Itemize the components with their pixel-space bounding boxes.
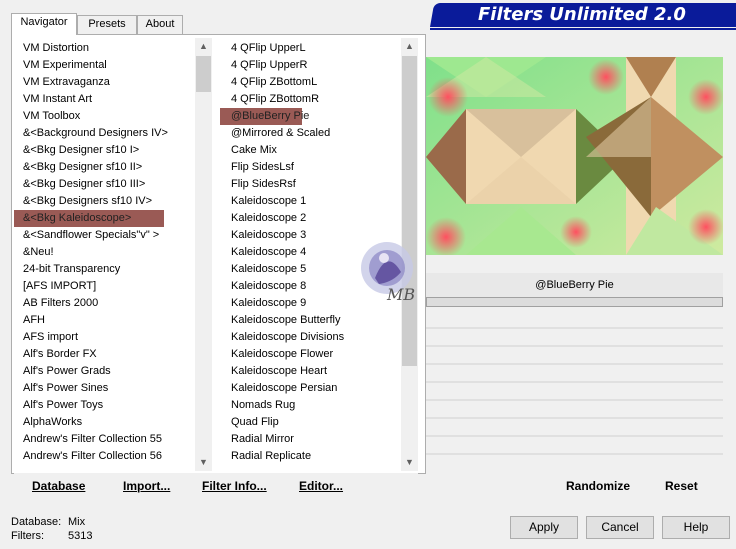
database-button[interactable]: Database: [32, 477, 85, 495]
category-scrollbar[interactable]: ▲ ▼: [195, 38, 212, 471]
list-item[interactable]: VM Extravaganza: [14, 74, 195, 91]
parameter-row: [426, 345, 723, 347]
list-item[interactable]: &<Bkg Designer sf10 III>: [14, 176, 195, 193]
list-item[interactable]: VM Distortion: [14, 40, 195, 57]
filter-preview-image: [426, 57, 723, 255]
arrow-down-icon[interactable]: ▼: [195, 454, 212, 471]
list-item[interactable]: AB Filters 2000: [14, 295, 195, 312]
list-item[interactable]: &<Bkg Designers sf10 IV>: [14, 193, 195, 210]
list-item[interactable]: &<Bkg Designer sf10 I>: [14, 142, 195, 159]
list-item[interactable]: AFH: [14, 312, 195, 329]
filter-scroll-thumb[interactable]: [402, 56, 417, 366]
list-item[interactable]: Kaleidoscope 1: [220, 193, 401, 210]
list-item[interactable]: @BlueBerry Pie: [220, 108, 309, 125]
list-item[interactable]: &<Bkg Kaleidoscope>: [14, 210, 164, 227]
parameter-row: [426, 417, 723, 419]
parameter-row: [426, 453, 723, 455]
arrow-up-icon[interactable]: ▲: [195, 38, 212, 55]
apply-button[interactable]: Apply: [510, 516, 578, 539]
list-item[interactable]: 4 QFlip UpperR: [220, 57, 401, 74]
app-title: Filters Unlimited 2.0: [478, 4, 686, 25]
status-database-label: Database:: [11, 516, 62, 528]
list-item[interactable]: AlphaWorks: [14, 414, 195, 431]
list-item[interactable]: Kaleidoscope Divisions: [220, 329, 401, 346]
list-item[interactable]: Kaleidoscope Butterfly: [220, 312, 401, 329]
status-filters: Filters: 5313: [11, 529, 92, 543]
list-item[interactable]: Nomads Rug: [220, 397, 401, 414]
reset-button[interactable]: Reset: [665, 477, 698, 495]
filter-info-button[interactable]: Filter Info...: [202, 477, 267, 495]
list-item[interactable]: Kaleidoscope Heart: [220, 363, 401, 380]
list-item[interactable]: &<Bkg Designer sf10 II>: [14, 159, 195, 176]
selected-filter-name: @BlueBerry Pie: [426, 273, 723, 297]
list-item[interactable]: &Neu!: [14, 244, 195, 261]
cancel-button[interactable]: Cancel: [586, 516, 654, 539]
tab-navigator[interactable]: Navigator: [11, 13, 77, 35]
parameter-row: [426, 381, 723, 383]
list-item[interactable]: Kaleidoscope Flower: [220, 346, 401, 363]
list-item[interactable]: [AFS IMPORT]: [14, 278, 195, 295]
status-database: Database: Mix: [11, 515, 85, 529]
list-item[interactable]: Quad Flip: [220, 414, 401, 431]
tab-presets[interactable]: Presets: [77, 15, 137, 34]
help-button[interactable]: Help: [662, 516, 730, 539]
svg-text:MB: MB: [386, 285, 415, 304]
list-item[interactable]: Andrew's Filter Collection 55: [14, 431, 195, 448]
parameter-row: [426, 363, 723, 365]
list-item[interactable]: Alf's Power Grads: [14, 363, 195, 380]
left-toolbar: Database Import... Filter Info... Editor…: [14, 473, 418, 499]
import-button[interactable]: Import...: [123, 477, 170, 495]
right-toolbar: Randomize Reset: [426, 473, 723, 499]
watermark-logo: MB: [361, 242, 415, 304]
list-item[interactable]: Alf's Power Sines: [14, 380, 195, 397]
status-database-value: Mix: [68, 516, 86, 528]
list-item[interactable]: Andrew's Filter Collection 56: [14, 448, 195, 465]
status-filters-value: 5313: [68, 530, 93, 542]
list-item[interactable]: Kaleidoscope Persian: [220, 380, 401, 397]
randomize-button[interactable]: Randomize: [566, 477, 630, 495]
list-item[interactable]: 4 QFlip UpperL: [220, 40, 401, 57]
list-item[interactable]: Cake Mix: [220, 142, 401, 159]
banner-underline: [430, 28, 736, 30]
list-item[interactable]: &<Background Designers IV>: [14, 125, 195, 142]
list-item[interactable]: Radial Replicate: [220, 448, 401, 465]
list-item[interactable]: Kaleidoscope 2: [220, 210, 401, 227]
list-item[interactable]: Radial Mirror: [220, 431, 401, 448]
parameter-row: [426, 327, 723, 329]
list-item[interactable]: VM Toolbox: [14, 108, 195, 125]
parameter-row: [426, 399, 723, 401]
list-item[interactable]: Flip SidesLsf: [220, 159, 401, 176]
arrow-down-icon[interactable]: ▼: [401, 454, 418, 471]
list-item[interactable]: 4 QFlip ZBottomR: [220, 91, 401, 108]
parameter-slider[interactable]: [426, 297, 723, 307]
parameter-row: [426, 435, 723, 437]
tab-about[interactable]: About: [137, 15, 183, 34]
category-list[interactable]: VM Distortion VM Experimental VM Extravaga…: [14, 38, 212, 471]
arrow-up-icon[interactable]: ▲: [401, 38, 418, 55]
editor-button[interactable]: Editor...: [299, 477, 343, 495]
list-item[interactable]: Alf's Border FX: [14, 346, 195, 363]
status-filters-label: Filters:: [11, 530, 44, 542]
category-scroll-thumb[interactable]: [196, 56, 211, 92]
list-item[interactable]: VM Instant Art: [14, 91, 195, 108]
list-item[interactable]: Alf's Power Toys: [14, 397, 195, 414]
list-item[interactable]: Flip SidesRsf: [220, 176, 401, 193]
list-item[interactable]: 4 QFlip ZBottomL: [220, 74, 401, 91]
list-item[interactable]: @Mirrored & Scaled: [220, 125, 401, 142]
list-item[interactable]: AFS import: [14, 329, 195, 346]
list-item[interactable]: VM Experimental: [14, 57, 195, 74]
list-item[interactable]: 24-bit Transparency: [14, 261, 195, 278]
list-item[interactable]: &<Sandflower Specials"v" >: [14, 227, 195, 244]
